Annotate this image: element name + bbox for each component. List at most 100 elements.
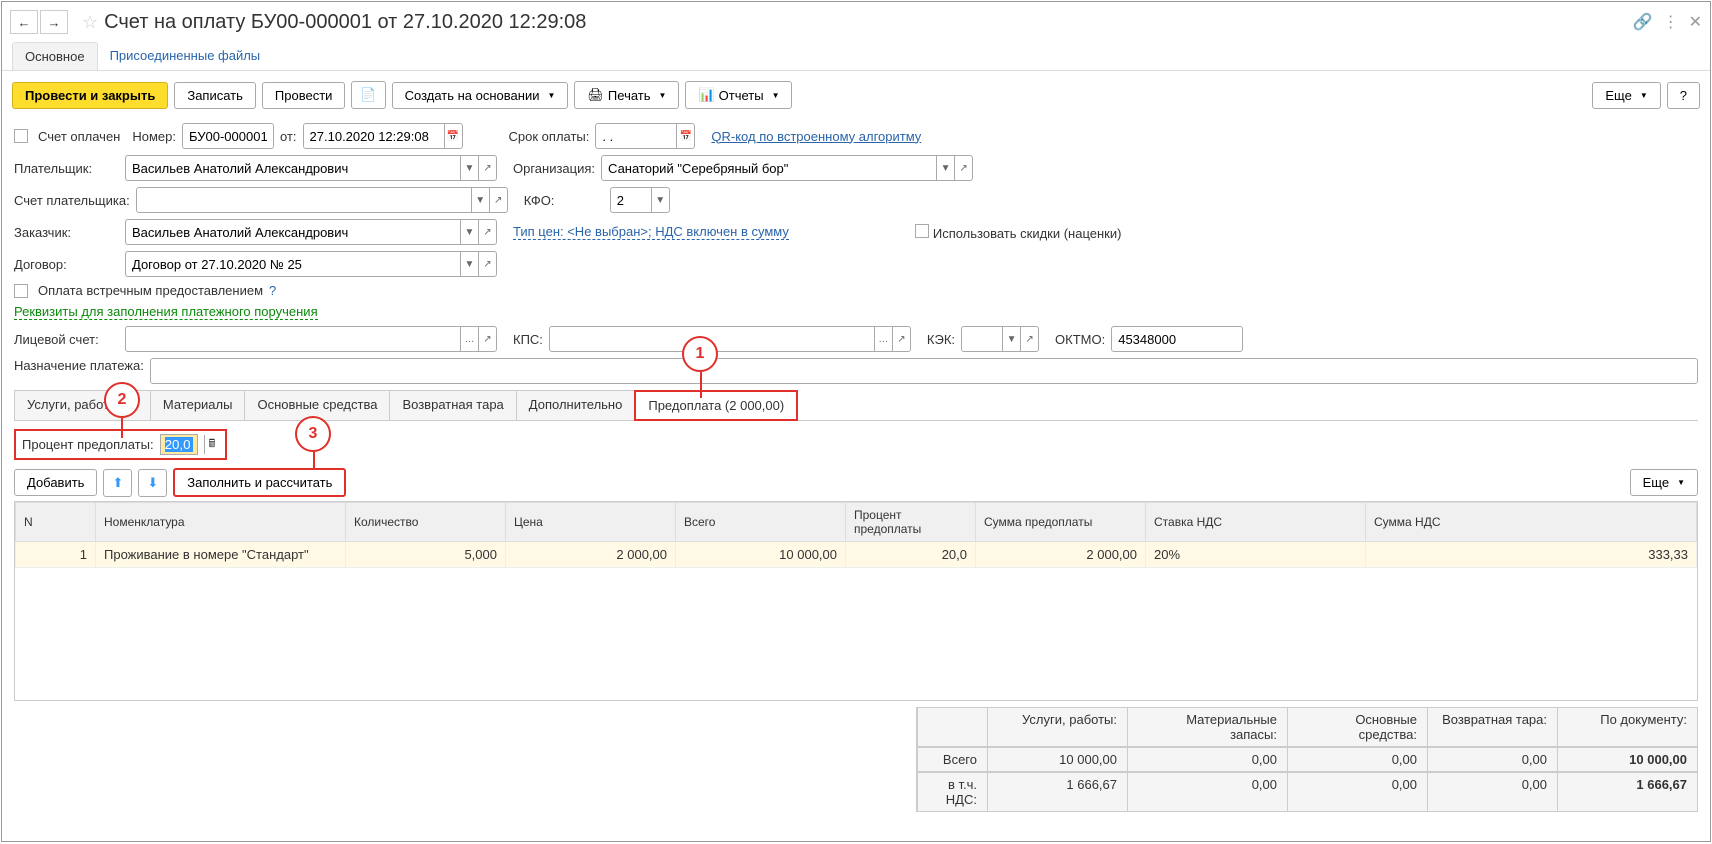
open-icon[interactable]: ↗: [478, 220, 496, 244]
col-vat-sum[interactable]: Сумма НДС: [1366, 503, 1697, 542]
document-icon-button[interactable]: [351, 81, 385, 109]
open-icon[interactable]: ↗: [954, 156, 972, 180]
save-button[interactable]: Записать: [174, 82, 256, 109]
col-vat-rate[interactable]: Ставка НДС: [1146, 503, 1366, 542]
dropdown-icon[interactable]: ▼: [651, 188, 669, 212]
add-row-button[interactable]: Добавить: [14, 469, 97, 496]
kebab-icon[interactable]: ⋮: [1663, 12, 1679, 32]
personal-account-input[interactable]: [126, 328, 460, 350]
payer-account-input[interactable]: [137, 189, 471, 211]
totals-row-total: Всего: [917, 748, 987, 771]
date-input[interactable]: [304, 125, 444, 147]
totals-hdr-assets: Основные средства:: [1287, 708, 1427, 746]
ellipsis-icon[interactable]: …: [460, 327, 478, 351]
create-based-on-button[interactable]: Создать на основании: [392, 82, 569, 109]
tab-tare[interactable]: Возвратная тара: [389, 390, 516, 420]
nav-forward-button[interactable]: →: [40, 10, 68, 34]
favorite-icon[interactable]: ☆: [82, 12, 98, 33]
oktmo-input[interactable]: [1112, 328, 1242, 350]
calculator-icon[interactable]: 🖩: [204, 435, 220, 454]
price-type-link[interactable]: Тип цен: <Не выбран>; НДС включен в сумм…: [513, 224, 789, 240]
col-prepay-sum[interactable]: Сумма предоплаты: [976, 503, 1146, 542]
submit-and-close-button[interactable]: Провести и закрыть: [12, 82, 168, 109]
page-title: Счет на оплату БУ00-000001 от 27.10.2020…: [104, 11, 1633, 34]
move-up-button[interactable]: ⬆: [103, 469, 132, 497]
open-icon[interactable]: ↗: [1020, 327, 1038, 351]
tab-materials[interactable]: Материалы: [150, 390, 246, 420]
open-icon[interactable]: ↗: [489, 188, 507, 212]
help-button[interactable]: ?: [1667, 82, 1700, 109]
contract-label: Договор:: [14, 257, 119, 272]
dropdown-icon[interactable]: ▼: [1002, 327, 1020, 351]
open-icon[interactable]: ↗: [478, 327, 496, 351]
calendar-icon[interactable]: 📅: [444, 124, 462, 148]
payer-label: Плательщик:: [14, 161, 119, 176]
dropdown-icon[interactable]: ▼: [471, 188, 489, 212]
org-label: Организация:: [513, 161, 595, 176]
more-button[interactable]: Еще: [1592, 82, 1660, 109]
help-icon[interactable]: ?: [269, 283, 276, 298]
calendar-icon[interactable]: 📅: [676, 124, 694, 148]
tab-assets[interactable]: Основные средства: [244, 390, 390, 420]
col-qty[interactable]: Количество: [346, 503, 506, 542]
nav-back-button[interactable]: ←: [10, 10, 38, 34]
due-date-input[interactable]: [596, 125, 676, 147]
col-total[interactable]: Всего: [676, 503, 846, 542]
customer-input[interactable]: [126, 221, 460, 243]
col-nomenclature[interactable]: Номенклатура: [96, 503, 346, 542]
tab-attached-files[interactable]: Присоединенные файлы: [98, 42, 273, 70]
kek-label: КЭК:: [927, 332, 955, 347]
tab-extra[interactable]: Дополнительно: [516, 390, 636, 420]
discounts-checkbox[interactable]: [915, 224, 929, 238]
link-icon[interactable]: 🔗: [1633, 12, 1653, 32]
submit-button[interactable]: Провести: [262, 82, 346, 109]
org-input[interactable]: [602, 157, 936, 179]
payer-input[interactable]: [126, 157, 460, 179]
move-down-button[interactable]: ⬇: [138, 469, 167, 497]
prepay-percent-input[interactable]: [165, 437, 193, 452]
callout-2: 2: [104, 382, 140, 418]
purpose-label: Назначение платежа:: [14, 358, 144, 374]
table-row[interactable]: 1 Проживание в номере "Стандарт" 5,000 2…: [16, 542, 1697, 568]
col-prepay-pct[interactable]: Процент предоплаты: [846, 503, 976, 542]
open-icon[interactable]: ↗: [478, 252, 496, 276]
table-more-button[interactable]: Еще: [1630, 469, 1698, 496]
number-label: Номер:: [132, 129, 176, 144]
prepay-percent-label: Процент предоплаты:: [22, 437, 154, 452]
dropdown-icon[interactable]: ▼: [460, 220, 478, 244]
discounts-label: Использовать скидки (наценки): [933, 226, 1122, 241]
contract-input[interactable]: [126, 253, 460, 275]
kek-input[interactable]: [962, 328, 1002, 350]
print-button[interactable]: Печать: [574, 81, 679, 109]
tab-prepayment[interactable]: Предоплата (2 000,00): [634, 390, 798, 421]
col-n[interactable]: N: [16, 503, 96, 542]
totals-hdr-materials: Материальные запасы:: [1127, 708, 1287, 746]
close-icon[interactable]: ✕: [1689, 12, 1702, 32]
fill-and-calculate-button[interactable]: Заполнить и рассчитать: [173, 468, 346, 497]
counter-payment-checkbox[interactable]: [14, 284, 28, 298]
paid-checkbox[interactable]: [14, 129, 28, 143]
customer-label: Заказчик:: [14, 225, 119, 240]
purpose-input[interactable]: [151, 360, 1697, 382]
callout-3: 3: [295, 416, 331, 452]
totals-hdr-services: Услуги, работы:: [987, 708, 1127, 746]
totals-row-vat: в т.ч. НДС:: [917, 773, 987, 811]
dropdown-icon[interactable]: ▼: [460, 252, 478, 276]
open-icon[interactable]: ↗: [478, 156, 496, 180]
qr-code-link[interactable]: QR-код по встроенному алгоритму: [711, 129, 921, 144]
reports-button[interactable]: Отчеты: [685, 81, 792, 109]
kps-label: КПС:: [513, 332, 543, 347]
ellipsis-icon[interactable]: …: [874, 327, 892, 351]
dropdown-icon[interactable]: ▼: [936, 156, 954, 180]
tab-main[interactable]: Основное: [12, 42, 98, 70]
requisites-link[interactable]: Реквизиты для заполнения платежного пору…: [14, 304, 318, 320]
number-input[interactable]: [183, 125, 273, 147]
col-price[interactable]: Цена: [506, 503, 676, 542]
callout-1: 1: [682, 336, 718, 372]
personal-account-label: Лицевой счет:: [14, 332, 119, 347]
dropdown-icon[interactable]: ▼: [460, 156, 478, 180]
kfo-label: КФО:: [524, 193, 604, 208]
oktmo-label: ОКТМО:: [1055, 332, 1105, 347]
open-icon[interactable]: ↗: [892, 327, 910, 351]
kfo-input[interactable]: [611, 189, 651, 211]
